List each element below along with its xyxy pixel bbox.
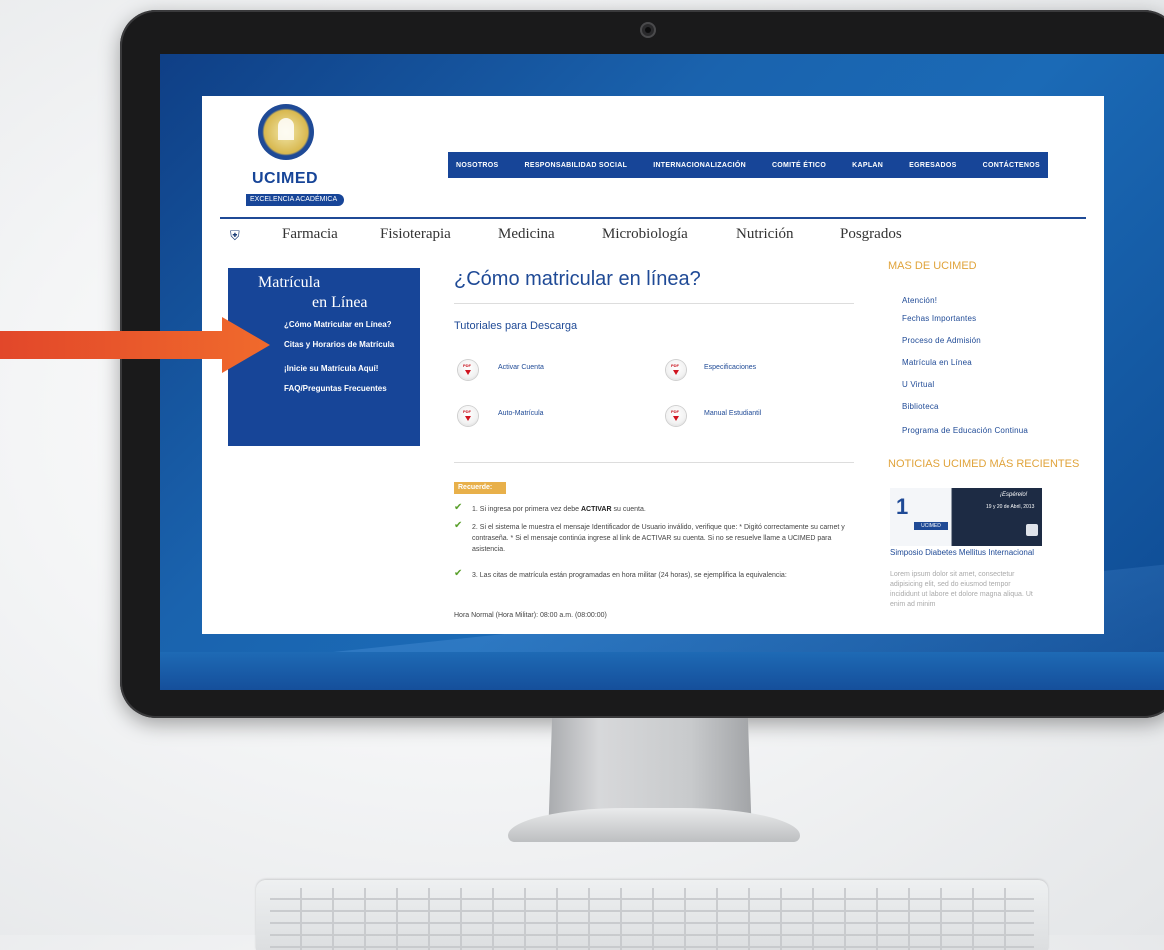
sidebar-link-faq[interactable]: FAQ/Preguntas Frecuentes xyxy=(284,384,387,393)
pdf-icon[interactable] xyxy=(666,360,686,380)
topnav-responsabilidad-social[interactable]: RESPONSABILIDAD SOCIAL xyxy=(525,162,628,169)
download-auto-matricula[interactable]: Auto-Matrícula xyxy=(498,410,544,417)
sidebar-link-citas-horarios[interactable]: Citas y Horarios de Matrícula xyxy=(284,340,394,349)
news-title[interactable]: Simposio Diabetes Mellitus Internacional xyxy=(890,548,1034,558)
main-navigation: ⛨ Farmacia Fisioterapia Medicina Microbi… xyxy=(230,224,1090,246)
tutorials-heading: Tutoriales para Descarga xyxy=(454,320,578,332)
note-1-bold: ACTIVAR xyxy=(580,506,612,513)
banner-photo xyxy=(1026,524,1038,536)
note-2: 2. Si el sistema le muestra el mensaje I… xyxy=(472,524,845,553)
pdf-icon[interactable] xyxy=(458,360,478,380)
logo-tagline: EXCELENCIA ACADÉMICA xyxy=(246,194,344,206)
topnav-comite-etico[interactable]: COMITÉ ÉTICO xyxy=(772,162,826,169)
sidebar-title-line1: Matrícula xyxy=(258,274,321,291)
top-navigation: NOSOTROS RESPONSABILIDAD SOCIAL INTERNAC… xyxy=(448,152,1048,178)
noticias-heading: NOTICIAS UCIMED MÁS RECIENTES xyxy=(888,458,1080,470)
nav-nutricion[interactable]: Nutrición xyxy=(736,226,794,243)
keyboard-keys xyxy=(270,888,1034,950)
note-1-text: 1. Si ingresa por primera vez debe xyxy=(472,506,581,513)
note-1-end: su cuenta. xyxy=(611,506,646,513)
right-link-educacion-continua[interactable]: Programa de Educación Continua xyxy=(902,426,1028,435)
hora-example: Hora Normal (Hora Militar): 08:00 a.m. (… xyxy=(454,612,607,619)
topnav-nosotros[interactable]: NOSOTROS xyxy=(456,162,498,169)
topnav-contactenos[interactable]: CONTÁCTENOS xyxy=(983,162,1040,169)
title-divider xyxy=(454,303,854,304)
banner-logo: UCIMED xyxy=(914,522,948,530)
check-icon: ✔ xyxy=(454,568,463,579)
pdf-icon[interactable] xyxy=(458,406,478,426)
header-divider xyxy=(220,217,1086,219)
downloads-divider xyxy=(454,462,854,463)
download-especificaciones[interactable]: Especificaciones xyxy=(704,364,756,371)
monitor-stand-base xyxy=(508,808,800,842)
sidebar-title-line2: en Línea xyxy=(312,294,368,311)
web-page: UCIMED EXCELENCIA ACADÉMICA NOSOTROS RES… xyxy=(202,96,1104,634)
recuerde-badge: Recuerde: xyxy=(454,482,506,494)
news-banner-image[interactable]: 1 ¡Espérelo! 19 y 20 de Abril, 2013 UCIM… xyxy=(890,488,1042,546)
nav-farmacia[interactable]: Farmacia xyxy=(282,226,338,243)
pointer-arrow-icon xyxy=(0,317,270,373)
mas-de-ucimed-heading: MAS DE UCIMED xyxy=(888,260,977,272)
topnav-egresados[interactable]: EGRESADOS xyxy=(909,162,956,169)
nav-fisioterapia[interactable]: Fisioterapia xyxy=(380,226,451,243)
nav-posgrados[interactable]: Posgrados xyxy=(840,226,902,243)
ucimed-logo[interactable]: UCIMED EXCELENCIA ACADÉMICA xyxy=(224,104,344,206)
right-link-atencion[interactable]: Atención! xyxy=(902,296,937,305)
sidebar-link-inicie-matricula[interactable]: ¡Inicie su Matrícula Aquí! xyxy=(284,364,378,373)
right-link-u-virtual[interactable]: U Virtual xyxy=(902,380,934,389)
banner-date: 19 y 20 de Abril, 2013 xyxy=(986,504,1035,510)
note-1: 1. Si ingresa por primera vez debe ACTIV… xyxy=(472,504,852,515)
nav-medicina[interactable]: Medicina xyxy=(498,226,555,243)
download-activar-cuenta[interactable]: Activar Cuenta xyxy=(498,364,544,371)
home-icon[interactable]: ⛨ xyxy=(230,228,240,244)
note-3: 3. Las citas de matrícula están programa… xyxy=(472,572,787,579)
sidebar-link-como-matricular[interactable]: ¿Cómo Matricular en Línea? xyxy=(284,320,392,329)
right-link-matricula[interactable]: Matrícula en Línea xyxy=(902,358,972,367)
check-icon: ✔ xyxy=(454,520,463,531)
logo-name: UCIMED xyxy=(252,170,319,187)
banner-text-esperelo: ¡Espérelo! xyxy=(1000,492,1028,498)
download-manual-estudiantil[interactable]: Manual Estudiantil xyxy=(704,410,761,417)
topnav-kaplan[interactable]: KAPLAN xyxy=(852,162,883,169)
right-link-biblioteca[interactable]: Biblioteca xyxy=(902,402,939,411)
right-link-fechas[interactable]: Fechas Importantes xyxy=(902,314,976,323)
page-title: ¿Cómo matricular en línea? xyxy=(454,268,701,290)
nav-microbiologia[interactable]: Microbiología xyxy=(602,226,688,243)
university-seal-icon xyxy=(258,104,314,160)
news-excerpt: Lorem ipsum dolor sit amet, consectetur … xyxy=(890,571,1033,608)
topnav-internacionalizacion[interactable]: INTERNACIONALIZACIÓN xyxy=(653,162,746,169)
camera-icon xyxy=(640,22,656,38)
banner-number: 1 xyxy=(896,494,909,519)
keyboard xyxy=(256,880,1048,950)
check-icon: ✔ xyxy=(454,502,463,513)
pdf-icon[interactable] xyxy=(666,406,686,426)
right-link-proceso-admision[interactable]: Proceso de Admisión xyxy=(902,336,981,345)
